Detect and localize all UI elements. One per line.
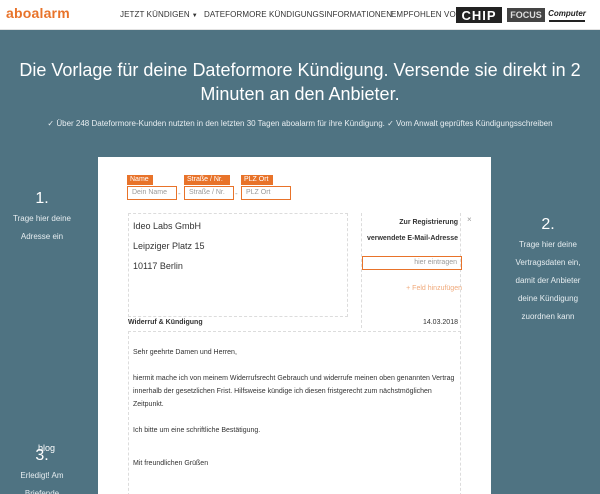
sender-plz-input[interactable]: PLZ Ort [241,186,291,200]
letter-closing: Mit freundlichen Grüßen [133,460,209,467]
chip-logo: CHIP [456,7,502,23]
separator: - [235,189,238,198]
nav-jetzt-kuendigen-label: JETZT KÜNDIGEN [120,10,190,19]
sender-street-label: Straße / Nr. [184,175,230,185]
step-text: Erledigt! Am Briefende [20,471,64,494]
letter-subject: Widerruf & Kündigung [128,319,203,326]
step-number: 2. [541,216,555,233]
step-text: Trage hier deine Vertragsdaten ein, dami… [515,240,581,321]
recipient-address: Ideo Labs GmbH Leipziger Platz 15 10117 … [128,213,348,317]
letter-request: Ich bitte um eine schriftliche Bestätigu… [133,427,261,434]
computer-bild-logo: Computer [548,6,586,22]
separator: - [178,189,181,198]
letter-date: 14.03.2018 [422,319,458,326]
blog-link[interactable]: blog [38,443,55,453]
recipient-city: 10117 Berlin [133,261,183,271]
sender-name-label: Name [127,175,153,185]
letter-paragraph: hiermit mache ich von meinem Widerrufsre… [133,375,455,408]
letter-document: Name Straße / Nr. PLZ Ort Dein Name - St… [98,157,491,494]
letter-body[interactable]: Sehr geehrte Damen und Herren, hiermit m… [128,331,461,494]
step-text: Trage hier deine Adresse ein [13,214,71,241]
page-title: Die Vorlage für deine Dateformore Kündig… [19,60,581,104]
recipient-company: Ideo Labs GmbH [133,221,202,231]
hero-subtitle: ✓ Über 248 Dateformore-Kunden nutzten in… [47,119,553,128]
nav-jetzt-kuendigen[interactable]: JETZT KÜNDIGEN ▼ [120,10,198,19]
nav-dateformore-info[interactable]: DATEFORMORE KÜNDIGUNGSINFORMATIONEN [204,10,392,19]
top-navbar: aboalarm JETZT KÜNDIGEN ▼ DATEFORMORE KÜN… [0,0,600,30]
step-number: 1. [35,190,49,207]
aboalarm-logo[interactable]: aboalarm [6,5,70,21]
chevron-down-icon: ▼ [191,13,198,19]
step-2: 2. Trage hier deine Vertragsdaten ein, d… [506,214,590,326]
registration-email-label: Zur Registrierung verwendete E-Mail-Adre… [366,219,458,242]
sender-plz-label: PLZ Ort [241,175,273,185]
registration-email-input[interactable]: hier eintragen [362,256,462,270]
close-icon[interactable]: × [467,215,472,224]
letter-greeting: Sehr geehrte Damen und Herren, [133,349,237,356]
sender-street-input[interactable]: Straße / Nr. [184,186,234,200]
registration-email-box: Zur Registrierung verwendete E-Mail-Adre… [361,213,462,328]
recipient-street: Leipziger Platz 15 [133,241,205,251]
recommended-by-label: EMPFOHLEN VON [391,10,462,19]
focus-logo: FOCUS [507,8,545,22]
step-1: 1. Trage hier deine Adresse ein [0,188,84,246]
sender-name-input[interactable]: Dein Name [127,186,177,200]
add-field-link[interactable]: + Feld hinzufügen [362,285,462,292]
